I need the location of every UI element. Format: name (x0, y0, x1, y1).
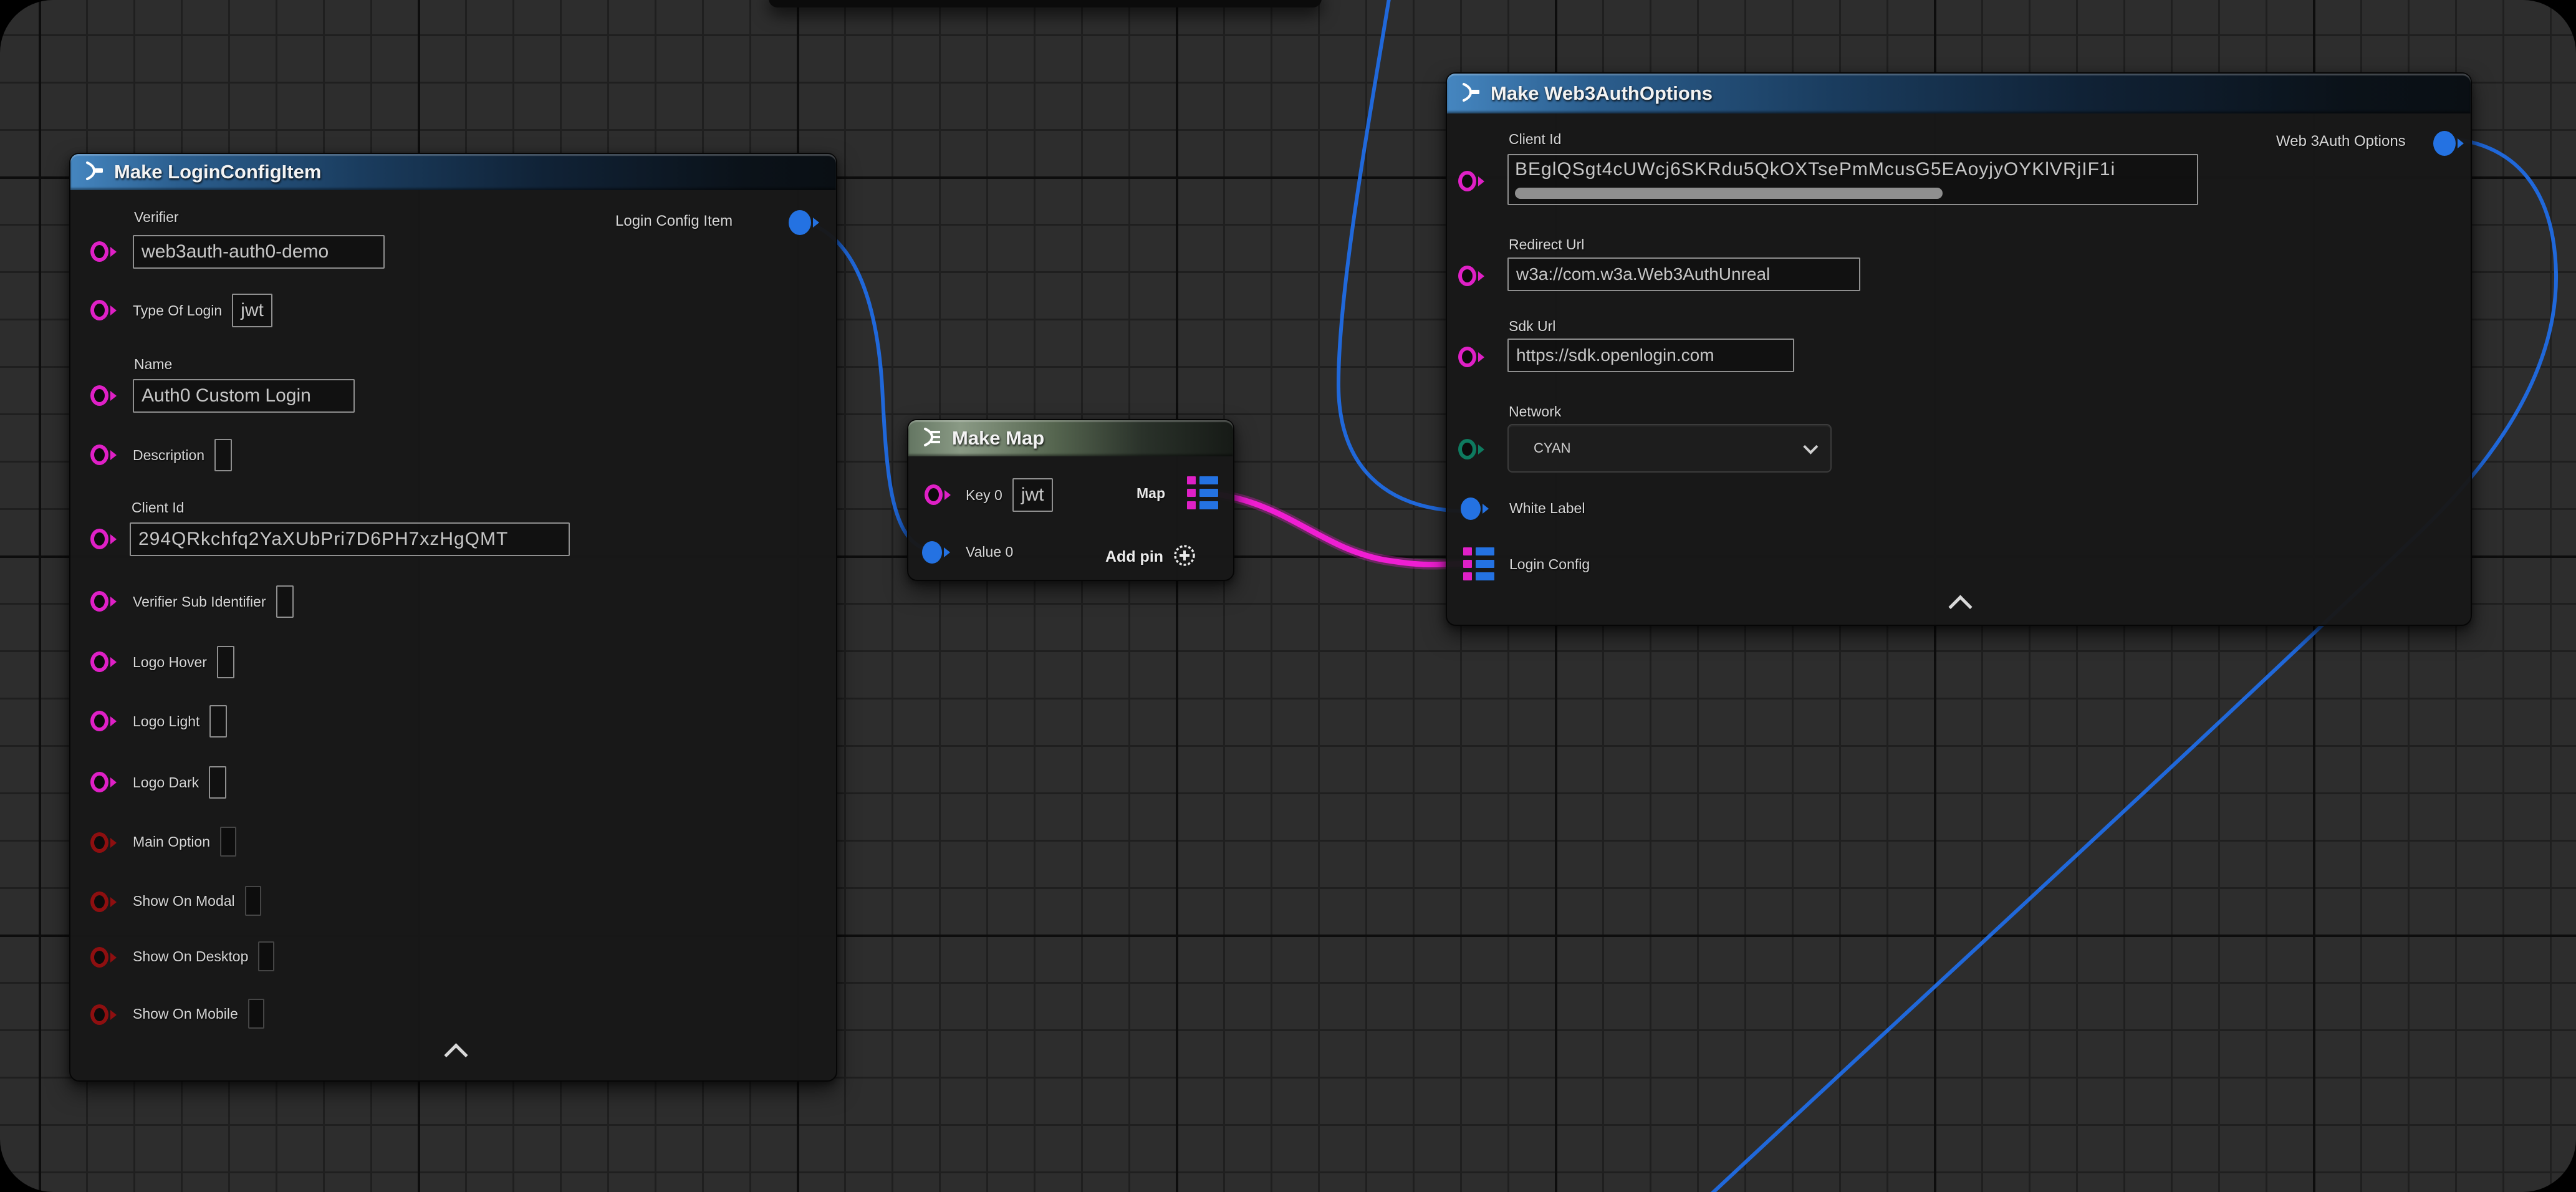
verifier-sub-identifier-label: Verifier Sub Identifier (133, 594, 266, 610)
graph-canvas[interactable]: Make LoginConfigItem Verifier web3auth-a… (0, 0, 2576, 1192)
name-pin[interactable] (90, 385, 117, 406)
show-on-desktop-pin[interactable] (90, 947, 117, 968)
verifier-label: Verifier (134, 209, 179, 226)
logo-light-pin[interactable] (90, 711, 117, 731)
show-on-mobile-pin[interactable] (90, 1004, 117, 1025)
node-title: Make Map (952, 427, 1044, 449)
login-config-pin[interactable] (1463, 547, 1494, 580)
logo-dark-field[interactable] (209, 766, 226, 799)
make-struct-icon (82, 160, 104, 185)
login-config-item-output-pin[interactable] (789, 210, 819, 235)
key0-pin[interactable] (925, 484, 951, 505)
collapse-node-chevron[interactable] (444, 1043, 468, 1067)
collapse-node-chevron[interactable] (1948, 595, 1972, 618)
redirect-url-field[interactable]: w3a://com.w3a.Web3AuthUnreal (1507, 257, 1860, 291)
main-option-checkbox[interactable] (220, 827, 236, 857)
network-label: Network (1509, 403, 1561, 420)
logo-dark-pin[interactable] (90, 772, 117, 792)
node-title: Make Web3AuthOptions (1491, 82, 1713, 105)
verifier-pin[interactable] (90, 241, 117, 262)
sdk-url-field[interactable]: https://sdk.openlogin.com (1507, 339, 1794, 372)
offscreen-node-edge (769, 0, 1322, 7)
type-of-login-field[interactable]: jwt (232, 294, 272, 327)
sdk-url-pin[interactable] (1458, 347, 1484, 367)
chevron-down-icon (1803, 439, 1818, 454)
verifier-field[interactable]: web3auth-auth0-demo (133, 235, 385, 269)
login-config-item-output-label: Login Config Item (615, 213, 733, 230)
show-on-mobile-label: Show On Mobile (133, 1006, 238, 1022)
key0-label: Key 0 (966, 487, 1002, 504)
map-output-pin[interactable] (1187, 476, 1218, 509)
make-map-icon (920, 426, 942, 451)
description-label: Description (133, 447, 204, 464)
add-pin-icon[interactable] (1172, 543, 1197, 571)
sdk-url-label: Sdk Url (1509, 318, 1555, 335)
wire-map-to-loginconfig-glow (1213, 494, 1466, 565)
show-on-desktop-label: Show On Desktop (133, 948, 248, 965)
logo-dark-label: Logo Dark (133, 774, 199, 791)
wire-map-to-loginconfig (1213, 494, 1466, 565)
network-dropdown-value: CYAN (1534, 440, 1571, 456)
show-on-desktop-checkbox[interactable] (258, 941, 274, 971)
map-output-label: Map (1137, 485, 1165, 502)
name-label: Name (134, 356, 172, 373)
logo-light-field[interactable] (209, 705, 227, 738)
node-title: Make LoginConfigItem (114, 161, 321, 183)
description-pin[interactable] (90, 445, 117, 465)
logo-hover-label: Logo Hover (133, 654, 207, 671)
redirect-url-label: Redirect Url (1509, 236, 1584, 253)
add-pin-button[interactable]: Add pin (1105, 542, 1197, 571)
node-make-map[interactable]: Make Map Key 0 jwt Map Value 0 Add pin (907, 419, 1234, 581)
network-dropdown[interactable]: CYAN (1507, 424, 1832, 473)
key0-field[interactable]: jwt (1012, 478, 1053, 512)
verifier-sub-identifier-pin[interactable] (90, 591, 117, 612)
web3auth-options-output-pin[interactable] (2433, 131, 2464, 156)
main-option-pin[interactable] (90, 832, 117, 853)
client-id-label: Client Id (132, 499, 184, 516)
white-label-pin[interactable] (1461, 497, 1489, 520)
logo-hover-field[interactable] (217, 646, 234, 678)
login-config-label: Login Config (1509, 556, 1590, 573)
value0-pin[interactable] (922, 541, 950, 564)
logo-hover-pin[interactable] (90, 651, 117, 672)
type-of-login-label: Type Of Login (133, 302, 222, 319)
description-field[interactable] (214, 439, 232, 471)
client-id-pin[interactable] (1458, 171, 1484, 191)
show-on-mobile-checkbox[interactable] (248, 999, 264, 1029)
show-on-modal-pin[interactable] (90, 892, 117, 912)
show-on-modal-checkbox[interactable] (245, 886, 261, 916)
add-pin-label: Add pin (1105, 548, 1163, 566)
name-field[interactable]: Auth0 Custom Login (133, 379, 355, 413)
main-option-label: Main Option (133, 834, 210, 850)
client-id-field[interactable]: 294QRkchfq2YaXUbPri7D6PH7xzHgQMT (130, 522, 570, 556)
make-struct-icon (1458, 81, 1481, 107)
web3auth-options-output-label: Web 3Auth Options (2276, 133, 2406, 150)
node-header[interactable]: Make LoginConfigItem (70, 154, 836, 190)
verifier-sub-identifier-field[interactable] (276, 585, 294, 618)
network-pin[interactable] (1458, 439, 1484, 459)
redirect-url-pin[interactable] (1458, 266, 1484, 286)
client-id-field[interactable]: BEglQSgt4cUWcj6SKRdu5QkOXTsePmMcusG5EAoy… (1507, 154, 2198, 205)
logo-light-label: Logo Light (133, 713, 199, 730)
value0-label: Value 0 (966, 544, 1013, 560)
node-header[interactable]: Make Map (908, 420, 1233, 456)
client-id-scrollbar[interactable] (1515, 188, 1943, 199)
node-make-loginconfigitem[interactable]: Make LoginConfigItem Verifier web3auth-a… (69, 153, 837, 1082)
client-id-pin[interactable] (90, 529, 117, 549)
node-make-web3authoptions[interactable]: Make Web3AuthOptions Client Id BEglQSgt4… (1446, 72, 2472, 626)
show-on-modal-label: Show On Modal (133, 893, 235, 910)
white-label-label: White Label (1509, 500, 1585, 517)
client-id-label: Client Id (1509, 131, 1561, 148)
node-header[interactable]: Make Web3AuthOptions (1447, 74, 2471, 113)
type-of-login-pin[interactable] (90, 300, 117, 320)
